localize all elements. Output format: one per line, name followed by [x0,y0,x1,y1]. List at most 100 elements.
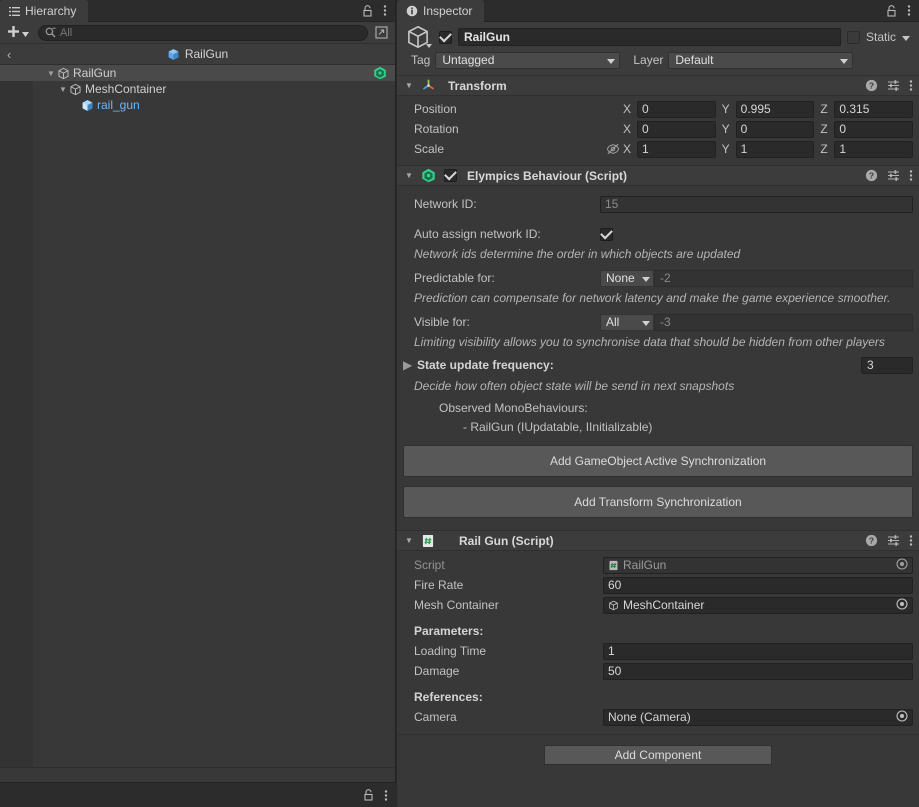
mesh-container-row: Mesh Container MeshContainer [403,596,913,614]
camera-field[interactable]: None (Camera) [603,708,913,726]
layer-dropdown[interactable]: Default [668,51,854,69]
preset-sliders-icon[interactable] [887,534,900,547]
bottom-panel-tabbar [0,782,396,807]
gameobject-icon[interactable] [403,24,433,50]
create-gameobject-button[interactable] [4,24,34,41]
position-y-input[interactable]: 0.995 [735,100,815,118]
breadcrumb-current[interactable]: RailGun [0,47,395,61]
foldout-icon[interactable]: ▼ [403,81,415,90]
gameobject-cube-icon [69,83,82,96]
list-item[interactable]: ▼ MeshContainer [0,81,395,97]
twisty-icon[interactable]: ▼ [57,85,69,94]
rotation-y-input[interactable]: 0 [735,120,815,138]
references-header: References: [414,690,483,704]
kebab-menu-icon[interactable] [909,79,913,92]
twisty-icon[interactable]: ▼ [45,69,57,78]
preset-sliders-icon[interactable] [887,169,900,182]
camera-value: None (Camera) [608,710,691,724]
help-icon[interactable]: ? [865,79,878,92]
scale-y-value: 1 [740,142,748,156]
rotation-z-input[interactable]: 0 [834,120,914,138]
lock-icon[interactable] [363,789,374,801]
mesh-container-field[interactable]: MeshContainer [603,596,913,614]
position-x-value: 0 [642,102,649,116]
tag-dropdown[interactable]: Untagged [435,51,621,69]
scale-x-input[interactable]: 1 [637,140,716,158]
auto-assign-checkbox[interactable] [600,227,613,241]
gameobject-enabled-checkbox[interactable] [439,30,452,44]
kebab-menu-icon[interactable] [909,169,913,182]
lock-icon[interactable] [362,4,373,17]
object-picker-icon[interactable] [896,557,908,573]
object-picker-icon[interactable] [896,709,908,725]
static-checkbox[interactable] [846,30,860,44]
script-row: Script RailGun [403,556,913,574]
fire-rate-label: Fire Rate [414,578,464,592]
transform-body: Position X 0 Y 0.995 Z 0.315 Rotation X … [397,96,919,165]
gameobject-name-value: RailGun [464,30,511,44]
foldout-icon[interactable]: ▼ [403,171,415,180]
list-item[interactable]: ▼ RailGun [0,65,395,81]
tab-hierarchy[interactable]: Hierarchy [0,0,89,22]
state-frequency-label: State update frequency: [417,358,554,372]
hierarchy-list: ▼ RailGun ▼ MeshContainer rail_gun [0,65,395,767]
add-transform-sync-button[interactable]: Add Transform Synchronization [403,486,913,518]
foldout-icon[interactable]: ▶ [403,358,417,372]
state-frequency-input[interactable]: 3 [861,356,913,374]
breadcrumb: ‹ RailGun [0,44,395,65]
damage-label: Damage [414,664,460,678]
hierarchy-tabbar: Hierarchy [0,0,395,22]
position-y-value: 0.995 [740,102,771,116]
constrain-proportions-off-icon[interactable] [603,143,623,155]
chevron-left-icon[interactable]: ‹ [7,47,11,62]
list-item-label: rail_gun [97,98,140,112]
visible-dropdown[interactable]: All [600,313,654,331]
object-picker-icon[interactable] [896,597,908,613]
add-component-button[interactable]: Add Component [544,744,772,765]
layer-label: Layer [633,53,664,67]
predictable-label: Predictable for: [414,271,495,285]
search-icon [45,27,56,38]
component-header-elympics[interactable]: ▼ Elympics Behaviour (Script) ? [397,165,919,186]
state-frequency-hint: Decide how often object state will be se… [414,379,735,393]
hierarchy-icon [9,6,20,17]
static-dropdown-chevron-down-icon[interactable] [902,30,910,44]
rotation-x-input[interactable]: 0 [637,120,716,138]
damage-input[interactable]: 50 [603,662,913,680]
preset-sliders-icon[interactable] [887,79,900,92]
gameobject-name-input[interactable]: RailGun [458,28,841,46]
chevron-down-icon [426,37,432,51]
axis-label-y: Y [721,122,730,136]
kebab-menu-icon[interactable] [907,4,911,17]
scale-y-input[interactable]: 1 [735,140,815,158]
elympics-enabled-checkbox[interactable] [444,169,457,182]
add-gameobject-active-sync-button[interactable]: Add GameObject Active Synchronization [403,445,913,477]
chevron-down-icon [834,53,849,67]
kebab-menu-icon[interactable] [384,789,388,802]
component-header-transform[interactable]: ▼ Transform ? [397,75,919,96]
position-z-input[interactable]: 0.315 [834,100,914,118]
axis-label-x: X [623,142,632,156]
kebab-menu-icon[interactable] [909,534,913,547]
script-field: RailGun [603,556,913,574]
loading-time-input[interactable]: 1 [603,642,913,660]
lock-icon[interactable] [886,4,897,17]
list-item[interactable]: rail_gun [0,97,395,113]
tab-inspector-label: Inspector [423,4,473,18]
tab-inspector[interactable]: Inspector [397,0,485,22]
search-input[interactable]: All [38,24,368,41]
network-id-label: Network ID: [414,197,477,211]
help-icon[interactable]: ? [865,534,878,547]
fire-rate-input[interactable]: 60 [603,576,913,594]
foldout-icon[interactable]: ▼ [403,536,415,545]
open-in-new-icon[interactable] [372,26,391,39]
add-transform-sync-label: Add Transform Synchronization [574,495,742,509]
kebab-menu-icon[interactable] [383,4,387,17]
help-icon[interactable]: ? [865,169,878,182]
auto-assign-label: Auto assign network ID: [414,227,541,241]
scale-z-input[interactable]: 1 [834,140,914,158]
script-label: Script [414,558,445,572]
position-x-input[interactable]: 0 [637,100,716,118]
component-header-railgun[interactable]: ▼ Rail Gun (Script) ? [397,530,919,551]
predictable-dropdown[interactable]: None [600,269,654,287]
